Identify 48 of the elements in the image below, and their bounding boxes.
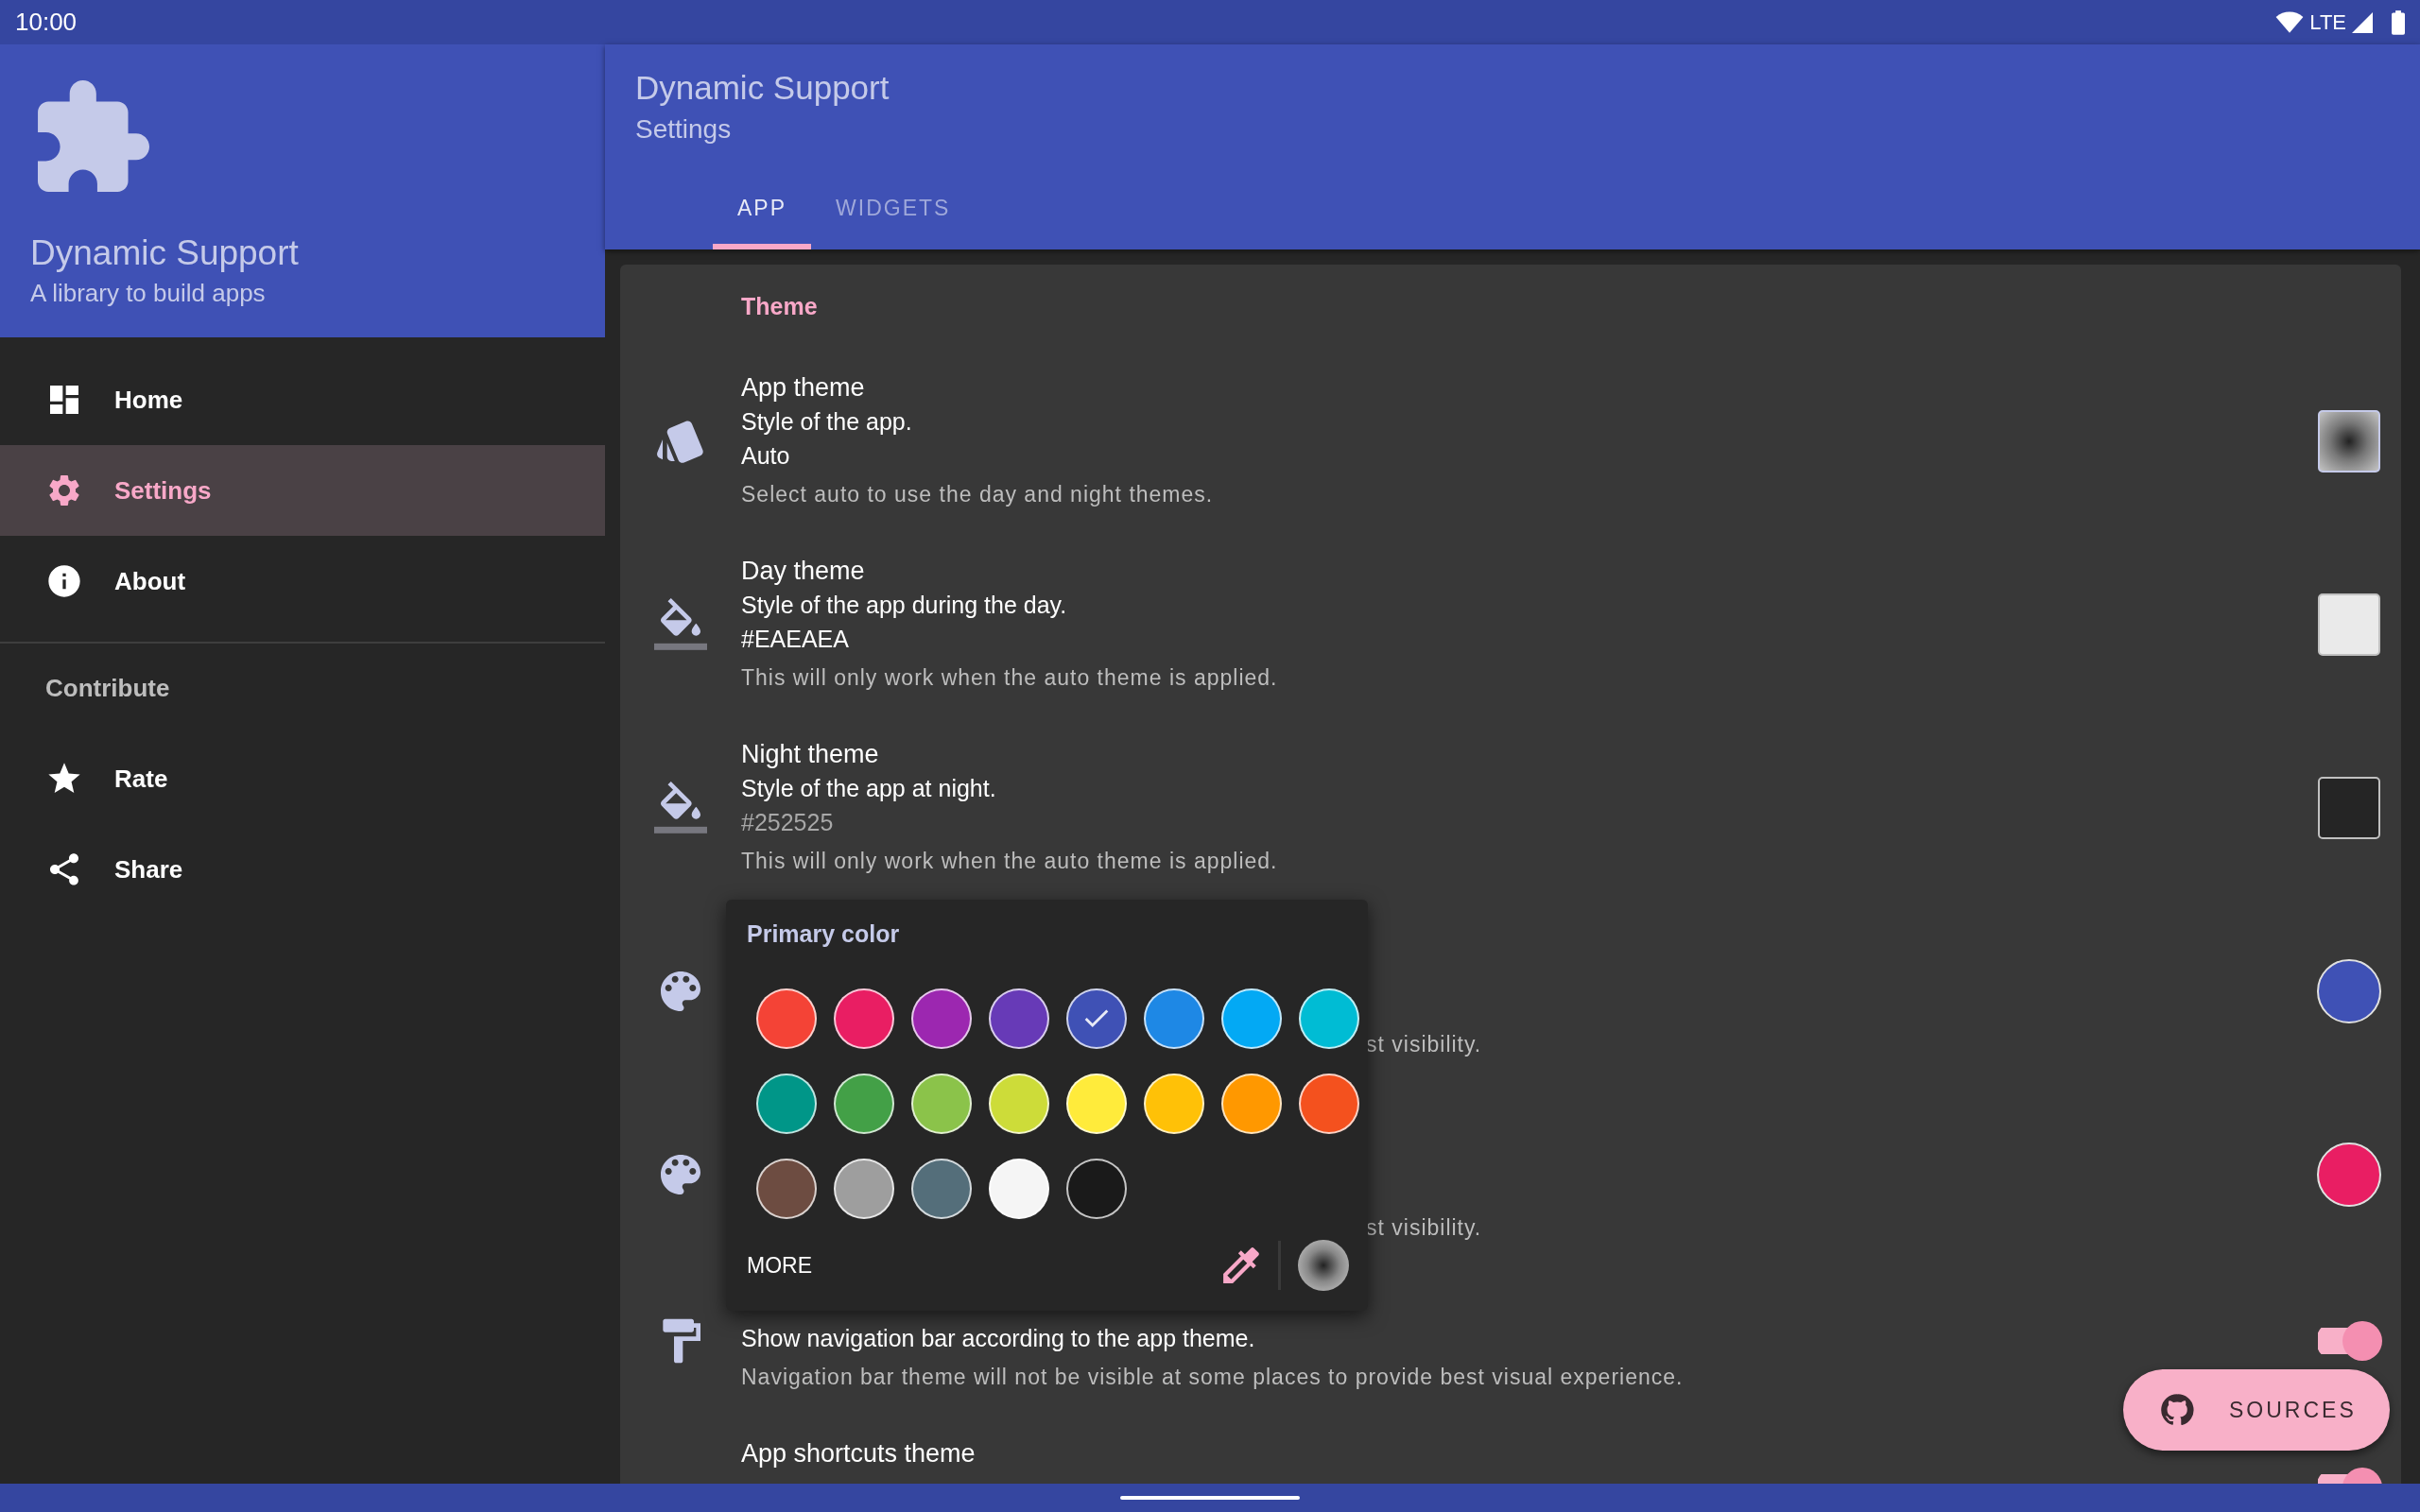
setting-value: #EAEAEA	[741, 625, 850, 654]
app-tagline: A library to build apps	[30, 279, 267, 308]
setting-title: App theme	[741, 372, 866, 404]
nav-item[interactable]: Rate	[0, 733, 605, 824]
nav-item[interactable]: About	[0, 536, 605, 627]
section-heading: Contribute	[44, 673, 171, 704]
nav-item[interactable]: Home	[0, 354, 605, 445]
setting-title: App shortcuts theme	[741, 1438, 977, 1469]
color-swatch[interactable]	[2318, 410, 2380, 472]
screen-subtitle: Settings	[635, 114, 733, 145]
setting-description: This will only work when the auto theme is applied.	[741, 849, 1278, 873]
setting-summary: Style of the app during the day.	[741, 591, 1068, 620]
more-button[interactable]: MORE	[747, 1245, 812, 1286]
setting-title: Day theme	[741, 556, 866, 587]
clock: 10:00	[15, 8, 78, 37]
battery-icon	[2392, 9, 2405, 35]
puzzle-icon	[38, 80, 149, 192]
network-type: LTE	[2309, 9, 2346, 35]
setting-description: st visibility.	[1366, 1215, 1482, 1240]
color-swatch[interactable]	[2318, 593, 2380, 656]
section-heading: Theme	[740, 292, 819, 321]
sources-button[interactable]: SOURCES	[2123, 1369, 2390, 1451]
setting-summary: Style of the app.	[741, 407, 913, 437]
wifi-icon	[2275, 10, 2305, 34]
setting-summary: Show navigation bar according to the app theme.	[741, 1324, 1256, 1353]
color-preview	[1298, 1240, 1349, 1291]
app-name: Dynamic Support	[30, 233, 300, 273]
paint-bucket-icon	[654, 598, 707, 651]
setting-description: st visibility.	[1366, 1032, 1482, 1057]
screen-title: Dynamic Support	[635, 69, 890, 107]
cat-logo-icon	[2159, 1392, 2195, 1428]
info-icon	[45, 562, 83, 600]
setting-title: Night theme	[741, 739, 880, 770]
color-swatch[interactable]	[2318, 777, 2380, 839]
setting-value: #252525	[741, 808, 835, 837]
nav-item[interactable]: Settings	[0, 445, 605, 536]
setting-value: Auto	[741, 441, 791, 471]
setting-description: This will only work when the auto theme is applied.	[741, 665, 1278, 690]
eyedropper-icon[interactable]	[1221, 1246, 1261, 1285]
nav-item[interactable]: Share	[0, 824, 605, 915]
setting-summary: Style of the app at night.	[741, 774, 997, 803]
popup-title: Primary color	[747, 920, 901, 949]
tab[interactable]: APP	[713, 175, 812, 249]
setting-description: Select auto to use the day and night themes.	[741, 482, 1214, 507]
signal-icon	[2352, 11, 2373, 33]
home-handle[interactable]	[1120, 1496, 1300, 1500]
paint-bucket-icon	[654, 782, 707, 834]
setting-description: Navigation bar theme will not be visible at some places to provide best visual experience.	[741, 1365, 1684, 1389]
